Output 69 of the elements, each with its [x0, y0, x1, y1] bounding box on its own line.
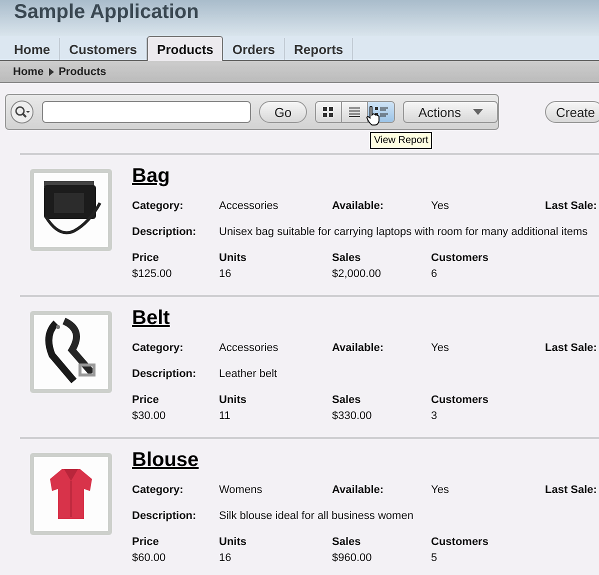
product-name-link[interactable]: Blouse — [132, 449, 199, 472]
breadcrumb-link[interactable]: Home — [13, 66, 44, 78]
go-button[interactable]: Go — [259, 101, 307, 123]
stat-value: 5 — [431, 552, 438, 564]
stat-label: Price — [132, 536, 160, 548]
field-label: Last Sale: — [545, 484, 597, 496]
field-value: Accessories — [219, 342, 280, 354]
description-text: Unisex bag suitable for carrying laptops with room for many additional items — [219, 226, 588, 238]
stat-label: Price — [132, 252, 160, 264]
view-button[interactable] — [342, 102, 368, 122]
tab[interactable]: Products — [147, 36, 224, 61]
stat-label: Units — [219, 536, 248, 548]
chevron-right-icon — [48, 68, 54, 76]
view-button[interactable] — [316, 102, 342, 122]
create-button[interactable]: Create — [545, 101, 599, 123]
actions-button[interactable]: Actions — [403, 101, 498, 123]
stat-value: $30.00 — [132, 410, 167, 422]
field-value: Womens — [219, 484, 264, 496]
field-label: Available: — [332, 484, 385, 496]
stat-value: $2,000.00 — [332, 268, 382, 280]
field-label: Description: — [132, 510, 198, 522]
field-label: Category: — [132, 484, 184, 496]
field-value: Yes — [431, 484, 450, 496]
field-label: Category: — [132, 342, 184, 354]
grid-icon — [323, 107, 334, 117]
tab[interactable]: Reports — [285, 38, 354, 60]
field-label: Last Sale: — [545, 342, 597, 354]
stat-label: Customers — [431, 252, 488, 264]
tab[interactable]: Home — [5, 38, 60, 60]
hand-cursor-icon — [366, 106, 380, 126]
stat-value: $125.00 — [132, 268, 173, 280]
field-label: Available: — [332, 200, 385, 212]
field-value: Yes — [431, 200, 450, 212]
stat-value: 16 — [219, 552, 232, 564]
stat-label: Sales — [332, 536, 362, 548]
stat-value: 16 — [219, 268, 232, 280]
stat-value: 6 — [431, 268, 438, 280]
stat-label: Sales — [332, 252, 362, 264]
breadcrumb-current: Products — [58, 66, 106, 78]
product-name-link[interactable]: Belt — [132, 307, 170, 330]
field-label: Description: — [132, 368, 198, 380]
field-label: Available: — [332, 342, 385, 354]
stat-label: Customers — [431, 394, 488, 406]
stat-value: $960.00 — [332, 552, 373, 564]
search-field[interactable] — [42, 101, 252, 123]
product-name-link[interactable]: Bag — [132, 165, 170, 188]
stat-value: $330.00 — [332, 410, 373, 422]
field-value: Yes — [431, 342, 450, 354]
stat-label: Customers — [431, 536, 488, 548]
description-text: Leather belt — [219, 368, 278, 380]
stat-label: Units — [219, 252, 248, 264]
stat-label: Price — [132, 394, 160, 406]
field-value: Accessories — [219, 200, 280, 212]
tab[interactable]: Orders — [223, 38, 286, 60]
field-label: Description: — [132, 226, 198, 238]
stat-label: Sales — [332, 394, 362, 406]
stat-value: 3 — [431, 410, 438, 422]
lines-icon — [349, 107, 360, 117]
stat-label: Units — [219, 394, 248, 406]
field-label: Last Sale: — [545, 200, 597, 212]
stat-value: 11 — [219, 410, 232, 422]
stat-value: $60.00 — [132, 552, 167, 564]
search-icon[interactable] — [10, 100, 34, 124]
field-label: Category: — [132, 200, 184, 212]
app-title: Sample Application — [14, 1, 199, 24]
caret-down-icon — [473, 109, 483, 115]
tooltip: View Report — [370, 132, 432, 149]
description-text: Silk blouse ideal for all business women — [219, 510, 414, 522]
list-icon — [374, 107, 388, 117]
